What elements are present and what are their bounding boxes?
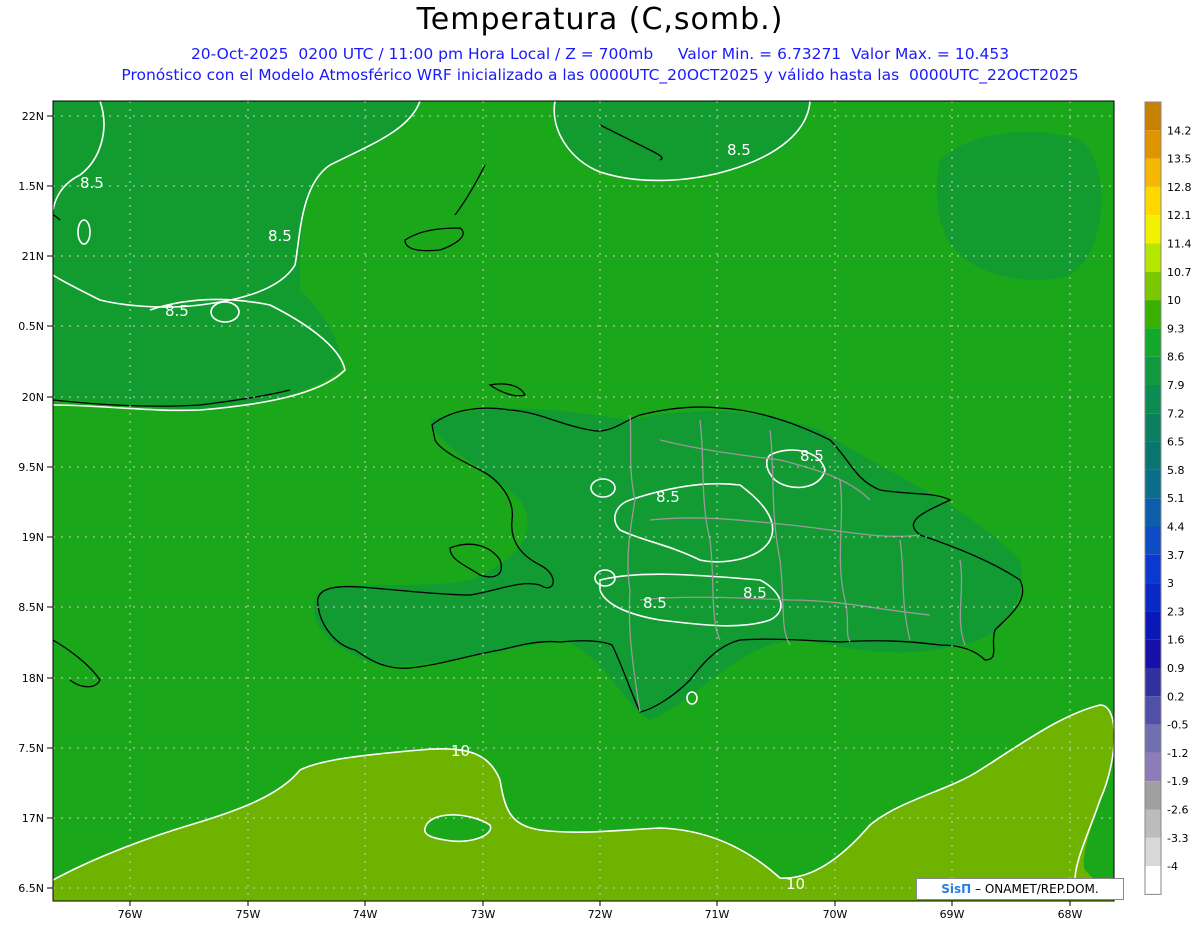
legend-label: -2.6: [1167, 804, 1188, 817]
lon-axis: 76W 75W 74W 73W 72W 71W 70W 69W 68W: [118, 908, 1083, 921]
lat-label: 22N: [22, 110, 44, 123]
legend-swatch: [1145, 809, 1161, 838]
lat-label: 19N: [22, 531, 44, 544]
legend-swatch: [1145, 158, 1161, 187]
lat-ticks: [47, 115, 53, 889]
legend-label: 14.2: [1167, 124, 1192, 137]
legend-label: 6.5: [1167, 436, 1185, 449]
legend-label: 12.1: [1167, 209, 1192, 222]
legend-label: -3.3: [1167, 832, 1188, 845]
contour-label: 8.5: [800, 447, 824, 465]
legend-label: 7.9: [1167, 379, 1185, 392]
legend-swatch: [1145, 724, 1161, 753]
legend-swatch: [1145, 498, 1161, 527]
legend-label: 5.1: [1167, 492, 1185, 505]
lon-label: 69W: [940, 908, 965, 921]
legend-swatch: [1145, 441, 1161, 470]
legend-swatch: [1145, 300, 1161, 329]
legend-swatch: [1145, 554, 1161, 584]
lon-label: 76W: [118, 908, 143, 921]
legend-swatch: [1145, 611, 1161, 640]
contour-label: 8.5: [165, 302, 189, 320]
legend-swatch: [1145, 668, 1161, 697]
lat-label: 18N: [22, 672, 44, 685]
lon-label: 73W: [471, 908, 496, 921]
temperature-map: 8.5 8.5 8.5 8.5 8.5 8.5 8.5 8.5 10 10 22…: [18, 100, 1192, 921]
contour-label: 8.5: [743, 584, 767, 602]
lon-label: 72W: [588, 908, 613, 921]
contour-label: 8.5: [80, 174, 104, 192]
legend-swatch: [1145, 526, 1161, 555]
lat-axis: 22N 1.5N 21N 0.5N 20N 9.5N 19N 8.5N 18N …: [18, 110, 44, 895]
lon-ticks: [129, 901, 1071, 906]
lat-label: 9.5N: [18, 461, 44, 474]
legend-swatch: [1145, 385, 1161, 414]
lat-label: 0.5N: [18, 320, 44, 333]
contour-label: 8.5: [643, 594, 667, 612]
temperature-field: 8.5 8.5 8.5 8.5 8.5 8.5 8.5 8.5 10 10: [53, 101, 1114, 901]
legend-swatch: [1145, 328, 1161, 357]
lat-label: 1.5N: [18, 180, 44, 193]
contour-label: 10: [786, 875, 805, 893]
lat-label: 17N: [22, 812, 44, 825]
legend-label: 7.2: [1167, 407, 1185, 420]
lon-label: 71W: [705, 908, 730, 921]
legend-swatch: [1145, 639, 1161, 668]
legend-label: 11.4: [1167, 238, 1192, 251]
legend-label: 0.9: [1167, 662, 1185, 675]
legend-swatch: [1145, 866, 1161, 895]
legend-swatch: [1145, 102, 1161, 131]
lon-label: 74W: [353, 908, 378, 921]
lon-label: 75W: [236, 908, 261, 921]
legend-swatch: [1145, 271, 1161, 301]
legend-swatch: [1145, 583, 1161, 612]
lon-label: 70W: [823, 908, 848, 921]
legend-label: -1.9: [1167, 775, 1188, 788]
legend-label: 10: [1167, 294, 1181, 307]
legend-label: 2.3: [1167, 605, 1185, 618]
contour-label: 8.5: [727, 141, 751, 159]
lat-label: 7.5N: [18, 742, 44, 755]
legend-swatch: [1145, 130, 1161, 159]
legend-swatch: [1145, 752, 1161, 782]
legend-swatch: [1145, 243, 1161, 272]
legend-label: 5.8: [1167, 464, 1185, 477]
contour-label: 8.5: [268, 227, 292, 245]
legend-label: -1.2: [1167, 747, 1188, 760]
credit-text: – ONAMET/REP.DOM.: [971, 882, 1099, 896]
sispi-logo: SisΠ: [941, 882, 972, 896]
legend-swatch: [1145, 781, 1161, 810]
legend-label: 12.8: [1167, 181, 1192, 194]
legend-label: 10.7: [1167, 266, 1192, 279]
legend-label: 3.7: [1167, 549, 1185, 562]
contour-label: 8.5: [656, 488, 680, 506]
credit-box: SisΠ – ONAMET/REP.DOM.: [916, 878, 1124, 900]
legend-swatch: [1145, 356, 1161, 385]
legend-label: 0.2: [1167, 690, 1185, 703]
legend-label: -0.5: [1167, 719, 1188, 732]
legend-label: 13.5: [1167, 153, 1192, 166]
color-legend: 14.2 13.5 12.8 12.1 11.4 10.7 10 9.3 8.6 7.9 7.2 6.…: [1144, 101, 1192, 895]
legend-label: 3: [1167, 577, 1174, 590]
lon-label: 68W: [1058, 908, 1083, 921]
lat-label: 6.5N: [18, 882, 44, 895]
legend-swatch: [1145, 469, 1161, 499]
legend-swatch: [1145, 186, 1161, 216]
legend-swatch: [1145, 215, 1161, 244]
legend-label: 9.3: [1167, 322, 1185, 335]
contour-label: 10: [451, 742, 470, 760]
lat-label: 21N: [22, 250, 44, 263]
legend-label: 4.4: [1167, 521, 1185, 534]
legend-label: 8.6: [1167, 351, 1185, 364]
legend-swatch: [1145, 413, 1161, 442]
legend-label: -4: [1167, 860, 1178, 873]
lat-label: 8.5N: [18, 601, 44, 614]
legend-swatch: [1145, 696, 1161, 725]
lat-label: 20N: [22, 391, 44, 404]
legend-swatch: [1145, 837, 1161, 867]
legend-label: 1.6: [1167, 634, 1185, 647]
